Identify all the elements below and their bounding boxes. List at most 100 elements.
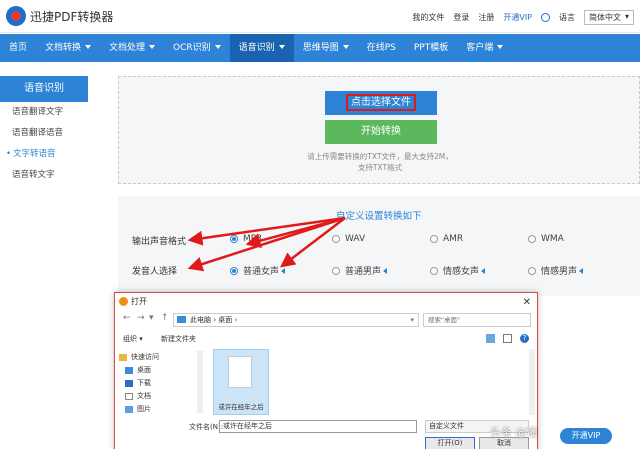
path-segment-desktop[interactable]: 桌面 (218, 316, 232, 324)
sidebar-item-text-to-speech[interactable]: 文字转语音 (0, 144, 88, 165)
address-bar[interactable]: 此电脑 › 桌面 › ▾ (173, 313, 419, 327)
chevron-down-icon[interactable]: ▾ (410, 314, 414, 326)
speaker-icon[interactable] (383, 267, 388, 274)
computer-icon (177, 316, 186, 323)
chevron-down-icon: ▾ (624, 12, 629, 21)
preview-pane-icon[interactable] (503, 334, 512, 343)
path-segment-pc[interactable]: 此电脑 (190, 316, 211, 324)
app-logo-icon (6, 6, 26, 26)
nav-item-doc-process[interactable]: 文档处理 (100, 34, 164, 62)
radio-label: 情感男声 (541, 267, 578, 277)
voice-radio-emotion-male[interactable]: 情感男声 (528, 264, 584, 277)
recent-dropdown-icon[interactable]: ▾ (149, 313, 154, 323)
nav-label: OCR识别 (173, 43, 211, 53)
back-arrow-icon[interactable]: ← (123, 313, 131, 323)
file-item[interactable]: 或许在经年之后 (213, 349, 269, 415)
open-file-dialog: 打开 ✕ ← → ▾ ↑ 此电脑 › 桌面 › ▾ 搜索"桌面" 组织 ▾ 新建… (114, 292, 538, 449)
login-link[interactable]: 登录 (453, 12, 469, 23)
nav-label: 思维导图 (302, 43, 339, 53)
language-label: 语言 (559, 13, 575, 22)
app-icon (119, 297, 128, 306)
file-name: 或许在经年之后 (218, 403, 264, 411)
format-radio-mp3[interactable]: MP3 (230, 234, 262, 244)
radio-label: MP3 (243, 234, 262, 244)
radio-dot (528, 266, 536, 275)
sidebar-item-speech-translate-speech[interactable]: 语音翻译语音 (0, 123, 88, 144)
nav-item-online-ps[interactable]: 在线PS (358, 34, 405, 62)
nav-label: 客户端 (466, 43, 494, 53)
start-convert-button[interactable]: 开始转换 (325, 120, 437, 144)
nav-item-mindmap[interactable]: 思维导图 (294, 34, 358, 62)
tree-item-pictures[interactable]: 图片 (119, 403, 197, 416)
file-list: 或许在经年之后 (207, 349, 537, 415)
language-select[interactable]: 简体中文 ▾ (584, 10, 634, 25)
radio-dot (332, 266, 340, 275)
nav-item-home[interactable]: 首页 (0, 34, 36, 62)
tree-item-documents[interactable]: 文档 (119, 390, 197, 403)
close-icon[interactable]: ✕ (523, 294, 531, 311)
select-file-button[interactable]: 点击选择文件 (325, 91, 437, 115)
download-icon (125, 380, 133, 387)
nav-item-speech[interactable]: 语音识别 (229, 34, 294, 62)
filename-label: 文件名(N): (189, 423, 224, 431)
speaker-icon[interactable] (281, 267, 286, 274)
up-arrow-icon[interactable]: ↑ (161, 313, 169, 323)
file-list-scrollbar[interactable] (529, 349, 535, 415)
tree-label: 图片 (137, 405, 151, 413)
dialog-toolbar: 组织 ▾ 新建文件夹 ? (115, 331, 537, 347)
filename-input[interactable]: 或许在经年之后 (219, 420, 417, 433)
new-folder-button[interactable]: 新建文件夹 (161, 331, 196, 347)
upload-hint-line1: 请上传需要转换的TXT文件，最大支持2M， (307, 152, 453, 161)
settings-panel: 自定义设置转换如下 输出声音格式 MP3 WAV AMR WMA 发音人选择 普… (118, 196, 640, 296)
nav-item-client[interactable]: 客户端 (457, 34, 512, 62)
tree-scrollbar[interactable] (197, 351, 203, 413)
floating-vip-button[interactable]: 开通VIP (560, 428, 612, 444)
upload-area[interactable]: 点击选择文件 开始转换 请上传需要转换的TXT文件，最大支持2M， 支持TXT格… (118, 76, 640, 184)
nav-label: 文档转换 (45, 43, 82, 53)
upload-hint: 请上传需要转换的TXT文件，最大支持2M， 支持TXT格式 (269, 151, 491, 173)
search-input[interactable]: 搜索"桌面" (423, 313, 531, 327)
nav-item-ocr[interactable]: OCR识别 (164, 34, 230, 62)
sidebar-item-speech-to-text[interactable]: 语音转文字 (0, 165, 88, 186)
open-vip-link[interactable]: 开通VIP (503, 12, 532, 23)
format-radio-amr[interactable]: AMR (430, 234, 463, 244)
voice-radio-emotion-female[interactable]: 情感女声 (430, 264, 486, 277)
open-button[interactable]: 打开(O) (425, 437, 475, 449)
document-icon (125, 393, 133, 400)
select-file-label: 点击选择文件 (346, 94, 416, 111)
radio-label: 情感女声 (443, 267, 480, 277)
main-nav: 首页 文档转换 文档处理 OCR识别 语音识别 思维导图 在线PS PPT模板 … (0, 34, 640, 62)
watermark-text: 头条 @懂 (490, 426, 538, 439)
tree-item-quick-access[interactable]: 快速访问 (119, 351, 197, 364)
nav-item-ppt[interactable]: PPT模板 (405, 34, 457, 62)
format-radio-wav[interactable]: WAV (332, 234, 365, 244)
tree-label: 快速访问 (131, 353, 159, 361)
organize-button[interactable]: 组织 ▾ (123, 331, 143, 347)
caret-down-icon (149, 45, 156, 49)
radio-label: WAV (345, 234, 366, 244)
voice-radio-normal-male[interactable]: 普通男声 (332, 264, 388, 277)
caret-down-icon (497, 45, 504, 49)
nav-label: 语音识别 (238, 43, 275, 53)
tree-item-downloads[interactable]: 下载 (119, 377, 197, 390)
sidebar-item-speech-translate-text[interactable]: 语音翻译文字 (0, 102, 88, 123)
register-link[interactable]: 注册 (478, 12, 494, 23)
nav-item-doc-convert[interactable]: 文档转换 (36, 34, 100, 62)
view-mode-icon[interactable] (486, 334, 495, 343)
caret-down-icon (342, 45, 349, 49)
brand-name: 迅捷PDF转换器 (30, 10, 114, 24)
text-file-icon (228, 356, 252, 388)
voice-radio-normal-female[interactable]: 普通女声 (230, 264, 286, 277)
tree-item-desktop[interactable]: 桌面 (119, 364, 197, 377)
format-radio-wma[interactable]: WMA (528, 234, 564, 244)
speaker-icon[interactable] (481, 267, 486, 274)
forward-arrow-icon[interactable]: → (137, 313, 145, 323)
help-icon[interactable]: ? (520, 334, 529, 343)
radio-label: 普通女声 (243, 267, 280, 277)
caret-down-icon (278, 45, 285, 49)
tree-label: 文档 (137, 392, 151, 400)
dialog-title: 打开 (131, 297, 147, 306)
my-files-link[interactable]: 我的文件 (412, 12, 444, 23)
sidebar-title: 语音识别 (0, 76, 88, 102)
speaker-icon[interactable] (579, 267, 584, 274)
